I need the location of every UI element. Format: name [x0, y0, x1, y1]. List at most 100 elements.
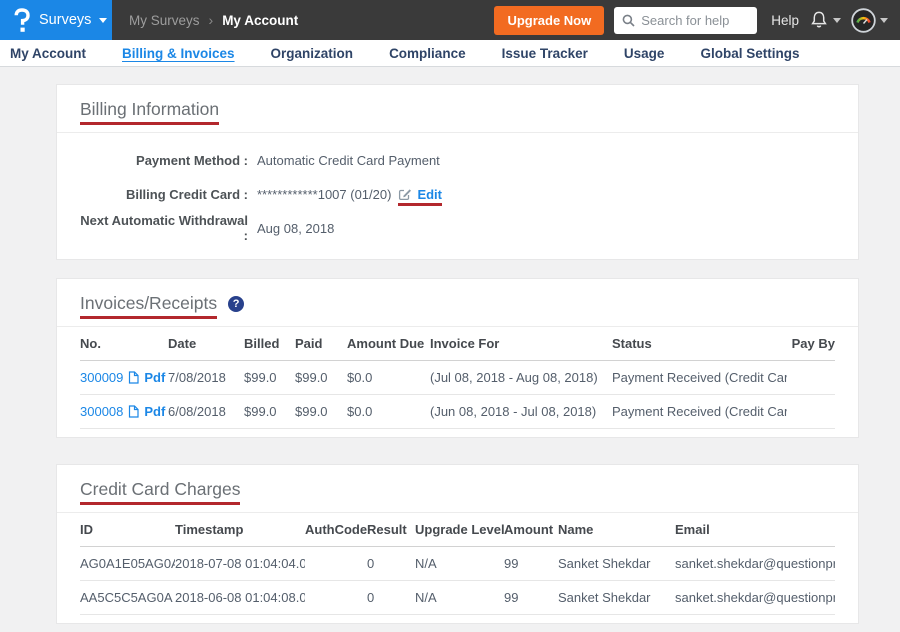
col-pay-by: Pay By — [787, 327, 835, 361]
help-search[interactable] — [614, 7, 757, 34]
payment-method-value: Automatic Credit Card Payment — [257, 153, 440, 168]
chevron-down-icon — [880, 18, 888, 23]
invoice-pay-by — [787, 395, 835, 429]
invoice-amount-due: $0.0 — [347, 395, 430, 429]
invoice-pdf-link[interactable]: Pdf — [144, 404, 165, 419]
col-email: Email — [675, 513, 835, 547]
bell-icon — [809, 10, 829, 30]
payment-method-label: Payment Method : — [80, 153, 248, 168]
invoices-receipts-header: Invoices/Receipts ? — [57, 279, 858, 327]
questionpro-logo-icon — [13, 8, 31, 32]
invoices-receipts-section: Invoices/Receipts ? No. Date Billed Paid… — [57, 279, 858, 437]
invoices-table: No. Date Billed Paid Amount Due Invoice … — [80, 327, 835, 429]
charge-row: AA5C5C5AG0A 2018-06-08 01:04:08.0 0 N/A … — [80, 581, 835, 615]
billing-information-section: Billing Information Payment Method : Aut… — [57, 85, 858, 259]
credit-card-charges-section: Credit Card Charges ID Timestamp AuthCod… — [57, 465, 858, 623]
tab-billing-invoices[interactable]: Billing & Invoices — [122, 46, 235, 61]
breadcrumb-my-account: My Account — [222, 13, 298, 28]
next-withdrawal-row: Next Automatic Withdrawal : Aug 08, 2018 — [80, 211, 835, 245]
charge-email: sanket.shekdar@questionpro.com — [675, 547, 835, 581]
charge-upgrade-level: N/A — [415, 547, 504, 581]
notifications-menu[interactable] — [809, 10, 841, 30]
col-amount: Amount — [504, 513, 558, 547]
breadcrumb-my-surveys[interactable]: My Surveys — [129, 13, 200, 28]
col-id: ID — [80, 513, 175, 547]
invoice-number-link[interactable]: 300009 — [80, 370, 123, 385]
tab-my-account[interactable]: My Account — [10, 46, 86, 61]
charge-id: AA5C5C5AG0A — [80, 581, 175, 615]
col-authcode: AuthCode — [305, 513, 367, 547]
invoice-amount-due: $0.0 — [347, 361, 430, 395]
invoices-header-row: No. Date Billed Paid Amount Due Invoice … — [80, 327, 835, 361]
invoices-table-wrap: No. Date Billed Paid Amount Due Invoice … — [57, 327, 858, 437]
tab-compliance[interactable]: Compliance — [389, 46, 466, 61]
invoice-date: 6/08/2018 — [168, 395, 244, 429]
col-paid: Paid — [295, 327, 347, 361]
col-amount-due: Amount Due — [347, 327, 430, 361]
charge-authcode — [305, 547, 367, 581]
next-withdrawal-value: Aug 08, 2018 — [257, 221, 334, 236]
search-input[interactable] — [641, 13, 749, 28]
next-withdrawal-label: Next Automatic Withdrawal : — [80, 213, 248, 243]
charge-amount: 99 — [504, 581, 558, 615]
billing-information-fields: Payment Method : Automatic Credit Card P… — [57, 133, 858, 259]
invoice-billed: $99.0 — [244, 395, 295, 429]
charge-timestamp: 2018-07-08 01:04:04.0 — [175, 547, 305, 581]
help-menu[interactable]: Help — [771, 13, 799, 28]
pdf-icon[interactable] — [128, 405, 139, 418]
billing-credit-card-row: Billing Credit Card : ************1007 (… — [80, 177, 835, 211]
credit-card-charges-title: Credit Card Charges — [80, 478, 240, 500]
breadcrumb: My Surveys › My Account — [129, 12, 298, 28]
charge-timestamp: 2018-06-08 01:04:08.0 — [175, 581, 305, 615]
col-result: Result — [367, 513, 415, 547]
col-invoice-for: Invoice For — [430, 327, 612, 361]
chevron-down-icon — [833, 18, 841, 23]
product-switcher[interactable]: Surveys — [0, 0, 112, 40]
search-icon — [622, 14, 635, 27]
invoice-status: Payment Received (Credit Card) — [612, 395, 787, 429]
pdf-icon[interactable] — [128, 371, 139, 384]
account-menu[interactable] — [851, 8, 888, 33]
invoice-billed: $99.0 — [244, 361, 295, 395]
edit-icon — [398, 187, 412, 201]
header-actions: Upgrade Now Help — [494, 6, 900, 35]
billing-credit-card-label: Billing Credit Card : — [80, 187, 248, 202]
charges-table-wrap: ID Timestamp AuthCode Result Upgrade Lev… — [57, 513, 858, 623]
tab-global-settings[interactable]: Global Settings — [700, 46, 799, 61]
tab-organization[interactable]: Organization — [271, 46, 354, 61]
invoice-row: 300009 Pdf 7/08/2018 $99.0 $99.0 $0.0 (J… — [80, 361, 835, 395]
tab-usage[interactable]: Usage — [624, 46, 665, 61]
billing-information-header: Billing Information — [57, 85, 858, 133]
charges-table: ID Timestamp AuthCode Result Upgrade Lev… — [80, 513, 835, 615]
breadcrumb-separator-icon: › — [209, 12, 214, 28]
invoice-for: (Jul 08, 2018 - Aug 08, 2018) — [430, 361, 612, 395]
charge-authcode — [305, 581, 367, 615]
col-upgrade-level: Upgrade Level — [415, 513, 504, 547]
page-content: Billing Information Payment Method : Aut… — [0, 67, 900, 623]
invoice-date: 7/08/2018 — [168, 361, 244, 395]
account-nav-tabs: My Account Billing & Invoices Organizati… — [0, 40, 900, 67]
credit-card-charges-header: Credit Card Charges — [57, 465, 858, 513]
billing-credit-card-value: ************1007 (01/20) — [257, 187, 391, 202]
invoices-receipts-title: Invoices/Receipts — [80, 292, 217, 314]
col-status: Status — [612, 327, 787, 361]
invoice-paid: $99.0 — [295, 361, 347, 395]
invoice-row: 300008 Pdf 6/08/2018 $99.0 $99.0 $0.0 (J… — [80, 395, 835, 429]
avatar — [851, 8, 876, 33]
invoice-status: Payment Received (Credit Card) — [612, 361, 787, 395]
charge-name: Sanket Shekdar — [558, 581, 675, 615]
product-menu-label: Surveys — [39, 12, 91, 28]
tab-issue-tracker[interactable]: Issue Tracker — [502, 46, 588, 61]
charges-header-row: ID Timestamp AuthCode Result Upgrade Lev… — [80, 513, 835, 547]
invoice-pdf-link[interactable]: Pdf — [144, 370, 165, 385]
billing-information-title: Billing Information — [80, 98, 219, 120]
top-header-bar: Surveys My Surveys › My Account Upgrade … — [0, 0, 900, 40]
help-icon[interactable]: ? — [228, 296, 244, 312]
edit-link[interactable]: Edit — [417, 187, 442, 202]
upgrade-now-button[interactable]: Upgrade Now — [494, 6, 604, 35]
chevron-down-icon — [99, 18, 107, 23]
invoice-number-link[interactable]: 300008 — [80, 404, 123, 419]
edit-credit-card-action[interactable]: Edit — [398, 187, 442, 202]
charge-upgrade-level: N/A — [415, 581, 504, 615]
col-date: Date — [168, 327, 244, 361]
